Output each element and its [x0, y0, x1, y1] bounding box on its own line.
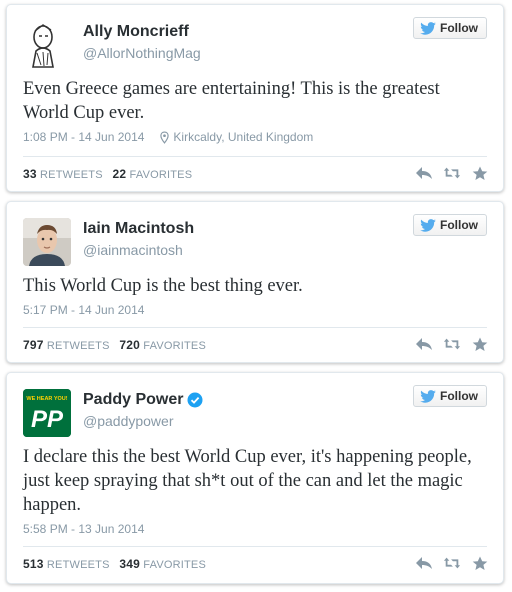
avatar[interactable]: WE HEAR YOU! PP	[23, 389, 71, 437]
tweet-actions	[415, 336, 489, 352]
verified-badge-icon	[187, 392, 203, 408]
username[interactable]: @iainmacintosh	[83, 242, 183, 258]
avatar[interactable]	[23, 218, 71, 266]
engagement-stats: 33 RETWEETS 22 FAVORITES	[23, 167, 193, 181]
svg-text:WE HEAR YOU!: WE HEAR YOU!	[26, 396, 67, 402]
location-pin-icon	[160, 131, 170, 144]
favorite-count: 22	[112, 167, 127, 181]
tweet-text: This World Cup is the best thing ever.	[23, 276, 303, 296]
retweet-count: 513	[23, 557, 44, 571]
tweet-card: Ally Moncrieff @AllorNothingMag Follow E…	[6, 4, 504, 192]
retweet-count: 797	[23, 338, 44, 352]
engagement-stats: 513 RETWEETS 349 FAVORITES	[23, 557, 207, 571]
divider	[23, 156, 487, 157]
twitter-bird-icon	[420, 389, 436, 403]
display-name[interactable]: Iain Macintosh	[83, 220, 194, 238]
twitter-bird-icon	[420, 21, 436, 35]
tweet-meta: 1:08 PM - 14 Jun 2014 Kirkcaldy, United …	[23, 130, 313, 144]
retweet-count: 33	[23, 167, 37, 181]
reply-icon[interactable]	[415, 555, 433, 571]
follow-button[interactable]: Follow	[413, 385, 487, 407]
favorite-count: 720	[119, 338, 141, 352]
tweet-text: Even Greece games are entertaining! This…	[23, 79, 440, 123]
timestamp[interactable]: 5:58 PM - 13 Jun 2014	[23, 522, 144, 536]
paddy-power-logo: WE HEAR YOU! PP	[23, 389, 71, 437]
tweet-card: Iain Macintosh @iainmacintosh Follow Thi…	[6, 201, 504, 363]
reply-icon[interactable]	[415, 336, 433, 352]
favorite-icon[interactable]	[471, 165, 489, 181]
person-photo-icon	[23, 218, 71, 266]
location[interactable]: Kirkcaldy, United Kingdom	[173, 130, 313, 144]
avatar[interactable]	[23, 21, 71, 69]
retweet-icon[interactable]	[443, 165, 461, 181]
follow-button[interactable]: Follow	[413, 214, 487, 236]
sketch-avatar-icon	[23, 21, 71, 69]
tweet-actions	[415, 555, 489, 571]
timestamp[interactable]: 5:17 PM - 14 Jun 2014	[23, 303, 144, 317]
reply-icon[interactable]	[415, 165, 433, 181]
tweet-meta: 5:17 PM - 14 Jun 2014	[23, 303, 144, 317]
display-name[interactable]: Paddy Power	[83, 391, 203, 409]
tweet-card: WE HEAR YOU! PP Paddy Power @paddypower …	[6, 372, 504, 584]
tweet-text: I declare this the best World Cup ever, …	[23, 447, 472, 515]
favorite-icon[interactable]	[471, 336, 489, 352]
retweet-icon[interactable]	[443, 555, 461, 571]
retweet-icon[interactable]	[443, 336, 461, 352]
favorite-count: 349	[119, 557, 141, 571]
follow-button[interactable]: Follow	[413, 17, 487, 39]
username[interactable]: @paddypower	[83, 413, 174, 429]
tweet-actions	[415, 165, 489, 181]
divider	[23, 327, 487, 328]
username[interactable]: @AllorNothingMag	[83, 45, 201, 61]
divider	[23, 546, 487, 547]
favorite-icon[interactable]	[471, 555, 489, 571]
timestamp[interactable]: 1:08 PM - 14 Jun 2014	[23, 130, 144, 144]
engagement-stats: 797 RETWEETS 720 FAVORITES	[23, 338, 207, 352]
display-name[interactable]: Ally Moncrieff	[83, 23, 189, 41]
tweet-meta: 5:58 PM - 13 Jun 2014	[23, 522, 144, 536]
svg-text:PP: PP	[31, 406, 64, 433]
twitter-bird-icon	[420, 218, 436, 232]
